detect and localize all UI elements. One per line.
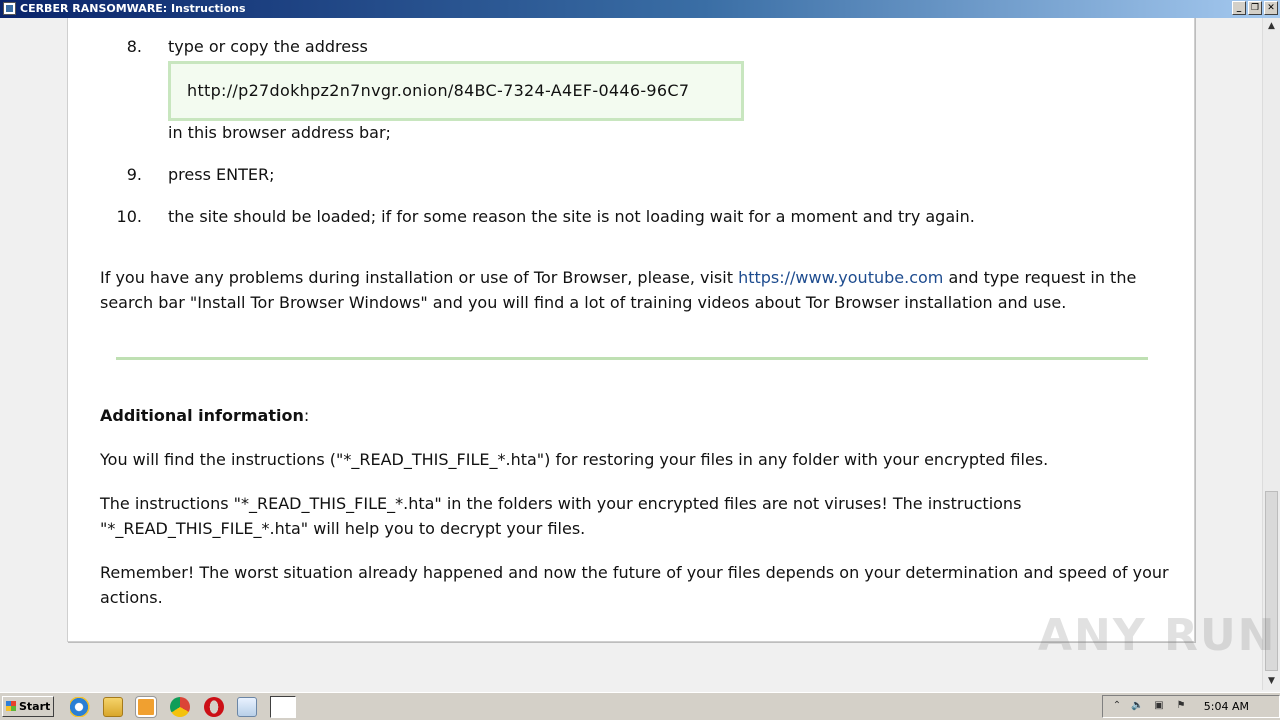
folder-icon[interactable] (103, 697, 123, 717)
onion-address-box[interactable]: http://p27dokhpz2n7nvgr.onion/84BC-7324-… (168, 61, 744, 121)
opera-icon[interactable] (204, 697, 224, 717)
anyrun-watermark: ANY RUN (1038, 610, 1277, 661)
additional-paragraph-3: Remember! The worst situation already ha… (100, 563, 1169, 607)
windows-logo-icon (6, 701, 16, 711)
additional-paragraph-1: You will find the instructions ("*_READ_… (100, 450, 1049, 469)
chrome-icon[interactable] (170, 697, 190, 717)
system-tray: ⌃ 🔈 ▣ ⚑ 5:04 AM (1102, 695, 1280, 718)
title-bar: CERBER RANSOMWARE: Instructions _ ❐ ✕ (0, 0, 1280, 18)
clock[interactable]: 5:04 AM (1204, 696, 1249, 717)
show-hidden-icons-icon[interactable]: ⌃ (1111, 700, 1123, 712)
flag-icon[interactable]: ⚑ (1175, 700, 1187, 712)
additional-heading-line: Additional information: (100, 403, 1170, 428)
vertical-scrollbar[interactable]: ▲ ▼ (1262, 18, 1280, 690)
step-10-text: the site should be loaded; if for some r… (168, 207, 975, 226)
start-label: Start (19, 700, 51, 713)
close-button[interactable]: ✕ (1264, 1, 1278, 15)
step-number: 9. (126, 165, 142, 184)
tor-help-before: If you have any problems during installa… (100, 268, 739, 287)
start-button[interactable]: Start (2, 696, 54, 717)
maximize-button[interactable]: ❐ (1248, 1, 1262, 15)
content-viewport: 8. type or copy the address http://p27do… (0, 18, 1262, 690)
step-number: 8. (126, 37, 142, 56)
instructions-document: 8. type or copy the address http://p27do… (67, 18, 1195, 642)
additional-paragraph-2: The instructions "*_READ_THIS_FILE_*.hta… (100, 494, 1022, 538)
media-player-icon[interactable] (136, 697, 156, 717)
youtube-link[interactable]: https://www.youtube.com (738, 268, 943, 287)
internet-explorer-icon[interactable] (70, 697, 90, 717)
window-controls: _ ❐ ✕ (1232, 1, 1278, 15)
scroll-down-arrow-icon[interactable]: ▼ (1263, 673, 1280, 690)
tor-help-paragraph: If you have any problems during installa… (100, 265, 1170, 315)
minimize-button[interactable]: _ (1232, 1, 1246, 15)
heading-colon: : (303, 406, 310, 425)
address-bar-hint: in this browser address bar; (168, 123, 391, 142)
step-9-text: press ENTER; (168, 165, 275, 184)
section-divider (116, 357, 1148, 360)
taskbar: Start ⌃ 🔈 ▣ ⚑ 5:04 AM (0, 692, 1280, 720)
network-icon[interactable]: ▣ (1153, 700, 1165, 712)
hta-window-icon[interactable] (270, 696, 296, 718)
speaker-icon[interactable]: 🔈 (1131, 700, 1143, 712)
scroll-up-arrow-icon[interactable]: ▲ (1263, 18, 1280, 35)
window-title: CERBER RANSOMWARE: Instructions (20, 2, 246, 15)
app-icon (3, 2, 16, 15)
additional-heading: Additional information (100, 406, 304, 425)
step-8-text: type or copy the address (168, 37, 368, 56)
notepad-icon[interactable] (237, 697, 257, 717)
step-number: 10. (116, 207, 142, 226)
